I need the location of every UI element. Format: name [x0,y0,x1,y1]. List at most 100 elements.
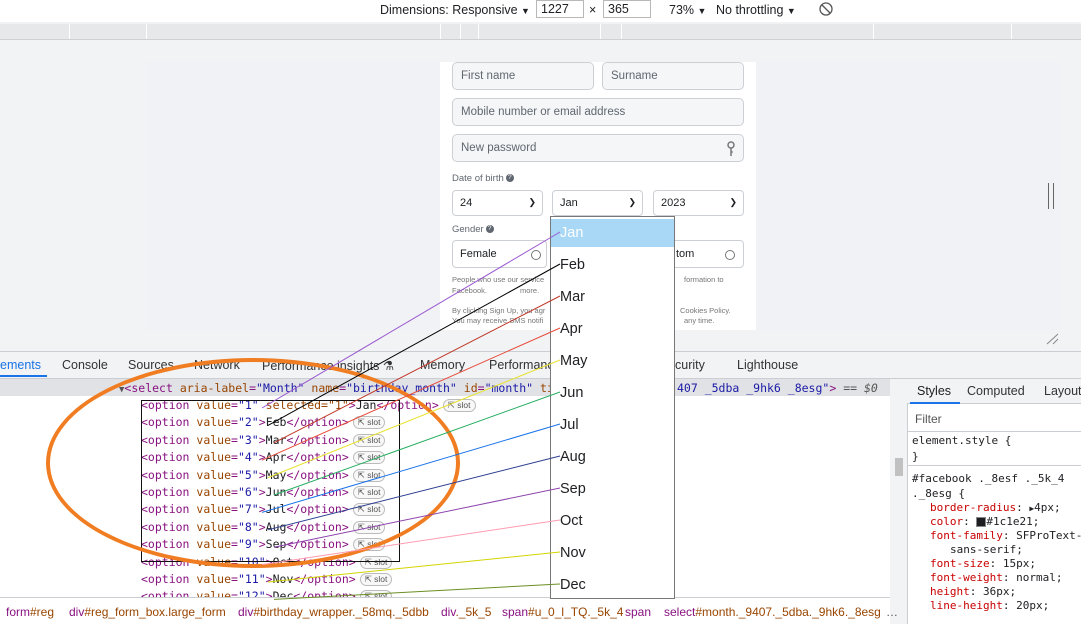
dropdown-option-aug[interactable]: Aug [551,443,674,471]
slot-badge[interactable]: ⇱ slot [359,573,393,586]
bc-tag: span [502,605,529,619]
dimensions-dropdown[interactable]: Dimensions: Responsive ▼ [380,3,530,17]
tab-lighthouse[interactable]: Lighthouse [737,358,798,372]
tab-console[interactable]: Console [62,358,108,372]
console-ref: == $0 [843,381,878,395]
elements-scrollbar[interactable] [893,380,905,597]
mobile-or-email-field[interactable]: Mobile number or email address [452,98,744,126]
help-icon[interactable]: ? [485,225,494,234]
dropdown-option-dec[interactable]: Dec [551,571,674,599]
tab-computed[interactable]: Computed [967,384,1025,398]
dropdown-option-apr[interactable]: Apr [551,315,674,343]
element-style-rule[interactable]: element.style { [912,434,1011,447]
scrollbar-thumb[interactable] [895,458,903,476]
breadcrumb-item[interactable]: span#u_0_l_TQ._5k_4 [502,605,623,619]
year-value: 2023 [661,197,686,209]
media-query-ruler[interactable] [0,24,1081,40]
css-selector[interactable]: ._8esg { [912,487,965,500]
dropdown-option-may[interactable]: May [551,347,674,375]
styles-tab-bar: Styles Computed Layout [907,379,1081,404]
throttling-value: No throttling [716,3,784,17]
css-property: font-size [930,557,990,570]
month-dropdown-list: Jan Feb Mar Apr May Jun Jul Aug Sep Oct Nov Dec [550,216,675,599]
tab-security[interactable]: curity [675,358,705,372]
breadcrumb-item[interactable]: div._5k_5 [441,605,491,619]
attr-value: 407 _5dba _9hk6 _8esg" [677,381,830,395]
css-declaration[interactable]: font-family: SFProText- [930,529,1081,542]
gender-label: Gender? [452,224,494,235]
dropdown-option-jan[interactable]: Jan [551,219,674,247]
dropdown-option-jul[interactable]: Jul [551,411,674,439]
throttling-dropdown[interactable]: No throttling ▼ [716,3,796,17]
first-name-field[interactable]: First name [452,62,594,90]
radio-button[interactable] [725,250,735,260]
breadcrumb-item[interactable]: div#birthday_wrapper._58mq._5dbb [238,605,429,619]
tab-memory[interactable]: Memory [420,358,465,372]
breadcrumb-item[interactable]: span [625,605,651,619]
css-declaration[interactable]: sans-serif; [950,543,1023,556]
css-declaration[interactable]: height: 36px; [930,585,1016,598]
resize-corner-icon[interactable] [1045,333,1061,345]
css-declaration[interactable]: line-height: 20px; [930,599,1049,612]
dropdown-option-oct[interactable]: Oct [551,507,674,535]
dropdown-option-mar[interactable]: Mar [551,283,674,311]
gender-female-option[interactable]: Female [452,240,547,268]
dropdown-option-sep[interactable]: Sep [551,475,674,503]
bc-tag: div [69,605,85,619]
chevron-down-icon: ❯ [528,197,536,207]
tab-elements[interactable]: ements [0,358,41,372]
female-label: Female [460,248,497,260]
dropdown-option-jun[interactable]: Jun [551,379,674,407]
breadcrumb-item[interactable]: div#reg_form_box.large_form [69,605,226,619]
learn-more-link[interactable]: more. [520,285,539,296]
zoom-dropdown[interactable]: 73% ▼ [669,3,706,17]
css-value: SFProText- [1016,529,1081,542]
terms-text-4: You may receive SMS notifi [452,316,544,325]
slot-badge[interactable]: ⇱ slot [442,399,476,412]
bc-class: #reg_form_box.large_form [84,605,226,619]
bc-tag: span [625,605,652,619]
surname-field[interactable]: Surname [602,62,744,90]
password-placeholder: New password [461,142,537,154]
bc-class: #u_0_l_TQ._5k_4 [528,605,624,619]
css-declaration[interactable]: border-radius: ▶4px; [930,501,1061,514]
radio-button[interactable] [531,250,541,260]
tab-styles[interactable]: Styles [917,384,951,398]
custom-label: tom [676,248,695,260]
option-node[interactable]: <option value="11">Nov</option> ⇱ slot [141,572,393,586]
css-selector[interactable]: #facebook ._8esf ._5k_4 [912,472,1064,485]
css-property: color [930,515,964,528]
vertical-resize-handle[interactable] [1048,183,1056,209]
breadcrumb: form#reg div#reg_form_box.large_form div… [0,597,898,624]
year-select[interactable]: 2023 ❯ [653,190,744,216]
css-property: height [930,585,970,598]
dropdown-option-feb[interactable]: Feb [551,251,674,279]
breadcrumb-item[interactable]: select#month._9407._5dba._9hk6._8esg [664,605,881,619]
breadcrumb-item[interactable]: form#reg [6,605,54,619]
new-password-field[interactable]: New password [452,134,744,162]
css-property: font-weight [930,571,1003,584]
width-input[interactable]: 1227 [536,0,584,18]
css-declaration[interactable]: color: #1c1e21; [930,515,1039,528]
color-swatch[interactable] [976,517,987,527]
day-select[interactable]: 24 ❯ [452,190,543,216]
tab-layout[interactable]: Layout [1044,384,1081,398]
dob-label: Date of birth? [452,173,514,184]
more-icon[interactable]: … [886,605,898,619]
help-icon[interactable]: ? [505,174,514,183]
height-input[interactable]: 365 [603,0,651,18]
filter-placeholder: Filter [915,412,942,426]
chevron-down-icon: ▼ [697,6,707,16]
month-value: Jan [560,197,578,209]
rotate-icon[interactable] [819,2,833,19]
css-declaration[interactable]: font-weight: normal; [930,571,1062,584]
bc-tag: div [238,605,254,619]
bc-tag: div [441,605,456,619]
month-select[interactable]: Jan ❯ [552,190,643,216]
dropdown-option-nov[interactable]: Nov [551,539,674,567]
styles-filter[interactable]: Filter [908,406,1081,432]
day-value: 24 [460,197,473,209]
css-declaration[interactable]: font-size: 15px; [930,557,1036,570]
terms-text-4b: any time. [684,316,715,325]
chevron-down-icon: ▼ [786,6,796,16]
